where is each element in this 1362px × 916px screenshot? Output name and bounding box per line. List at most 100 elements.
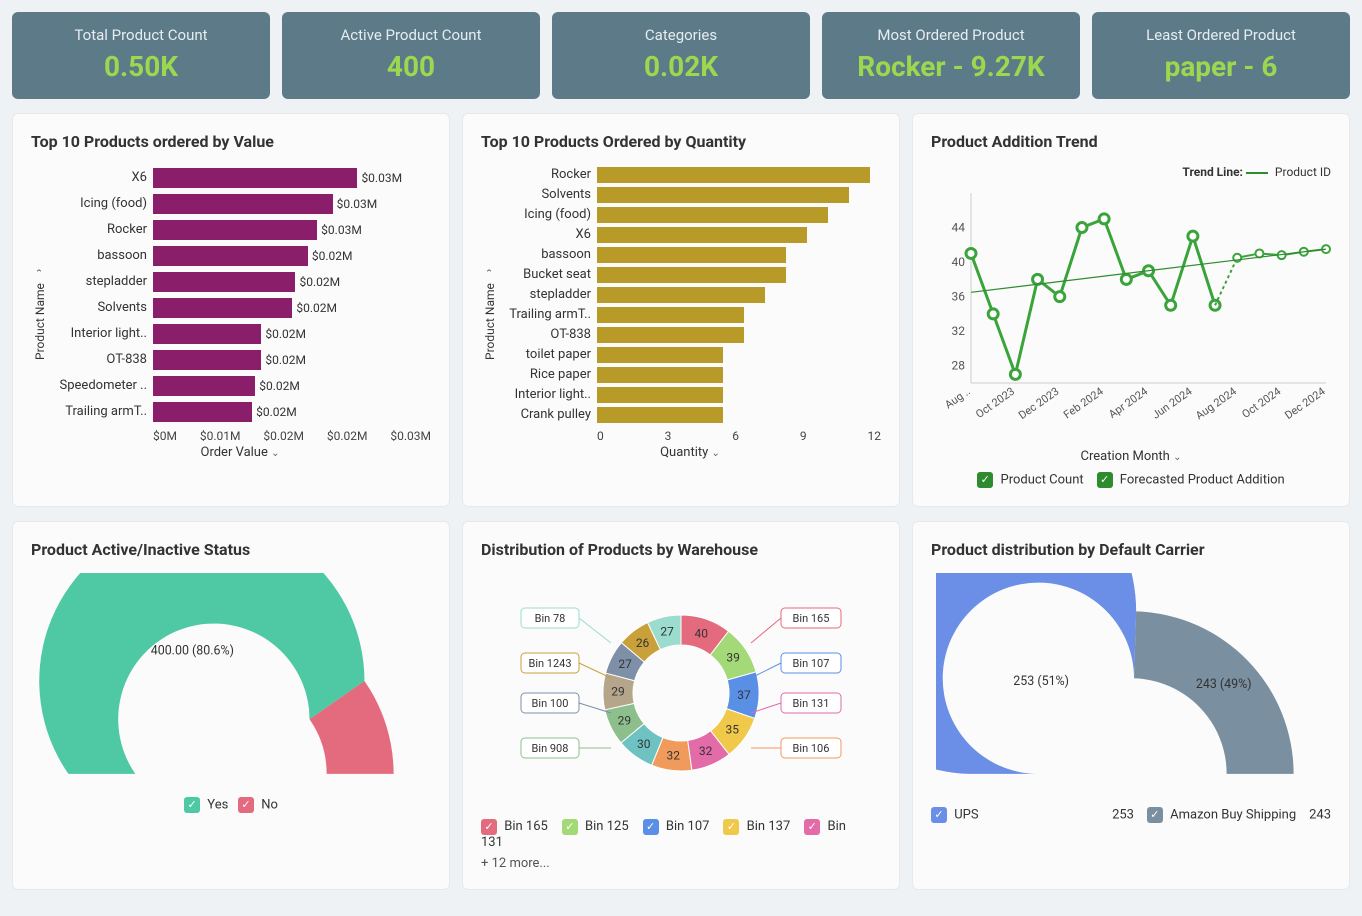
bar[interactable] — [597, 267, 786, 283]
bar[interactable] — [597, 367, 723, 383]
bar[interactable]: $0.03M — [153, 194, 333, 214]
bar-category: Rice paper — [499, 365, 591, 385]
svg-text:39: 39 — [726, 651, 740, 665]
tick: 0 — [597, 429, 604, 443]
x-axis-label[interactable]: Creation Month ⌄ — [931, 449, 1331, 464]
bar-category: stepladder — [499, 285, 591, 305]
check-icon[interactable]: ✓ — [977, 472, 993, 488]
svg-text:Bin 131: Bin 131 — [793, 697, 830, 710]
legend-item[interactable]: ✓ Bin 165 — [481, 819, 548, 834]
bar[interactable] — [597, 167, 870, 183]
kpi-value: Rocker - 9.27K — [830, 50, 1072, 83]
svg-text:243 (49%): 243 (49%) — [1196, 677, 1252, 692]
chart-carrier[interactable]: Product distribution by Default Carrier … — [912, 521, 1350, 890]
tick: $0M — [153, 429, 177, 443]
kpi-label: Least Ordered Product — [1100, 26, 1342, 44]
bar-value: $0.03M — [321, 223, 362, 237]
chart-title: Product distribution by Default Carrier — [931, 540, 1331, 559]
kpi-categories: Categories 0.02K — [552, 12, 810, 99]
bar-value: $0.02M — [265, 327, 306, 341]
svg-text:Bin 1243: Bin 1243 — [528, 657, 571, 670]
x-axis-label[interactable]: Order Value ⌄ — [49, 445, 431, 460]
chart-row-2: Product Active/Inactive Status 400.00 (8… — [12, 521, 1350, 890]
chevron-down-icon: ⌄ — [712, 448, 720, 459]
svg-text:Bin 908: Bin 908 — [532, 742, 569, 755]
bar[interactable] — [597, 227, 807, 243]
legend-item[interactable]: Yes — [207, 797, 228, 812]
bar-category: Trailing armT.. — [49, 399, 147, 425]
bar-category: Bucket seat — [499, 265, 591, 285]
chart-top-qty[interactable]: Top 10 Products Ordered by Quantity Prod… — [462, 113, 900, 507]
trend-line-legend: Trend Line: Product ID — [931, 165, 1331, 179]
legend-item[interactable]: ✓ Bin 107 — [643, 819, 710, 834]
bar-value: $0.02M — [265, 353, 306, 367]
legend-item[interactable]: No — [261, 797, 278, 812]
chart-trend[interactable]: Product Addition Trend Trend Line: Produ… — [912, 113, 1350, 507]
bar[interactable]: $0.02M — [153, 246, 308, 266]
bar[interactable]: $0.03M — [153, 220, 317, 240]
legend-item[interactable]: ✓ Bin 125 — [562, 819, 629, 834]
bar[interactable]: $0.02M — [153, 350, 261, 370]
svg-text:35: 35 — [726, 723, 740, 737]
chart-warehouse[interactable]: Distribution of Products by Warehouse 40… — [462, 521, 900, 890]
bar[interactable] — [597, 187, 849, 203]
bar[interactable] — [597, 247, 786, 263]
svg-text:44: 44 — [952, 221, 966, 235]
bar-category: toilet paper — [499, 345, 591, 365]
chart-title: Product Active/Inactive Status — [31, 540, 431, 559]
bar-category: Speedometer .. — [49, 373, 147, 399]
bar-category: Trailing armT.. — [499, 305, 591, 325]
check-icon[interactable]: ✓ — [1147, 807, 1163, 823]
bar[interactable]: $0.02M — [153, 324, 261, 344]
bar[interactable] — [597, 207, 828, 223]
chart-status[interactable]: Product Active/Inactive Status 400.00 (8… — [12, 521, 450, 890]
bar[interactable] — [597, 307, 744, 323]
check-icon[interactable]: ✓ — [481, 819, 497, 835]
x-axis-label[interactable]: Quantity ⌄ — [499, 445, 881, 460]
legend-item[interactable]: ✓ Bin 137 — [723, 819, 790, 834]
legend-item[interactable]: Amazon Buy Shipping — [1170, 807, 1296, 822]
bar-value: $0.02M — [299, 275, 340, 289]
tick: 3 — [665, 429, 672, 443]
check-icon[interactable]: ✓ — [643, 819, 659, 835]
y-axis-label[interactable]: Product Name › — [481, 165, 499, 460]
svg-text:Oct 2024: Oct 2024 — [1240, 385, 1284, 421]
check-icon[interactable]: ✓ — [184, 797, 200, 813]
check-icon[interactable]: ✓ — [1097, 472, 1113, 488]
bar[interactable] — [597, 407, 723, 423]
svg-text:28: 28 — [952, 359, 966, 373]
bar[interactable]: $0.02M — [153, 298, 292, 318]
check-icon[interactable]: ✓ — [804, 819, 820, 835]
legend-item[interactable]: UPS — [954, 807, 978, 822]
svg-text:253 (51%): 253 (51%) — [1013, 674, 1069, 689]
bar-category: Solvents — [49, 295, 147, 321]
bar[interactable]: $0.02M — [153, 402, 252, 422]
kpi-value: 400 — [290, 50, 532, 83]
check-icon[interactable]: ✓ — [238, 797, 254, 813]
bar[interactable] — [597, 327, 744, 343]
bar-category: stepladder — [49, 269, 147, 295]
bar[interactable]: $0.03M — [153, 168, 357, 188]
bar-value: $0.03M — [337, 197, 378, 211]
bar[interactable]: $0.02M — [153, 376, 255, 396]
donut-svg: 403937353232302929272627Bin 78Bin 1243Bi… — [511, 573, 851, 813]
legend-item[interactable]: Product Count — [1001, 472, 1084, 487]
svg-text:Dec 2024: Dec 2024 — [1282, 385, 1327, 422]
bar[interactable]: $0.02M — [153, 272, 295, 292]
check-icon[interactable]: ✓ — [723, 819, 739, 835]
chart-top-value[interactable]: Top 10 Products ordered by Value Product… — [12, 113, 450, 507]
tick: 12 — [868, 429, 882, 443]
more-link[interactable]: + 12 more... — [481, 856, 881, 871]
check-icon[interactable]: ✓ — [931, 807, 947, 823]
bar-value: $0.02M — [296, 301, 337, 315]
legend-item[interactable]: Forecasted Product Addition — [1120, 472, 1285, 487]
bar[interactable] — [597, 287, 765, 303]
chart-row-1: Top 10 Products ordered by Value Product… — [12, 113, 1350, 507]
tick: $0.01M — [200, 429, 241, 443]
bar[interactable] — [597, 387, 723, 403]
check-icon[interactable]: ✓ — [562, 819, 578, 835]
y-axis-label[interactable]: Product Name › — [31, 165, 49, 460]
bar-category: Solvents — [499, 185, 591, 205]
svg-text:36: 36 — [952, 290, 966, 304]
bar[interactable] — [597, 347, 723, 363]
